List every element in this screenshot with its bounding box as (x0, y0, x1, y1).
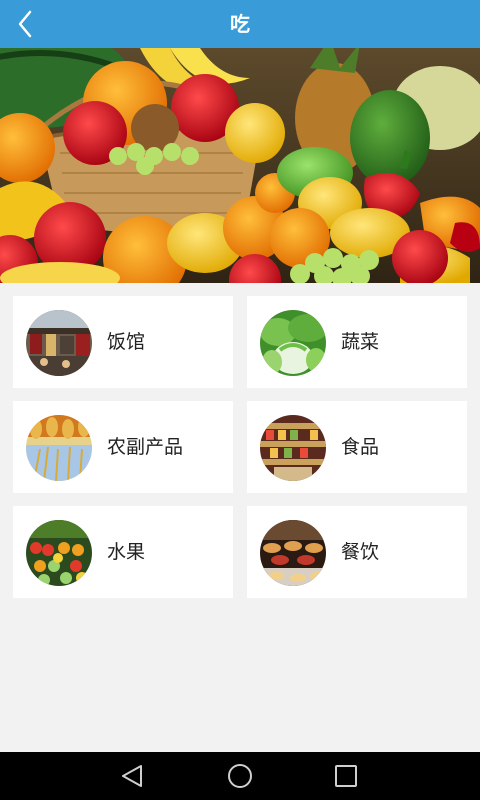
category-label: 水果 (107, 541, 146, 563)
category-card-dining[interactable]: 餐饮 (247, 506, 467, 598)
category-card-food[interactable]: 食品 (247, 401, 467, 493)
page-title: 吃 (230, 12, 250, 36)
nav-back-button[interactable] (113, 760, 153, 792)
banner-image (0, 48, 480, 283)
dining-buffet-photo (260, 520, 326, 586)
category-card-farm-produce[interactable]: 农副产品 (13, 401, 233, 493)
square-recents-icon (335, 765, 357, 787)
category-label: 饭馆 (107, 331, 146, 353)
farm-produce-photo (26, 415, 92, 481)
category-label: 蔬菜 (341, 331, 380, 353)
category-label: 食品 (341, 436, 380, 458)
top-app-bar: 吃 (0, 0, 480, 48)
restaurant-street-photo (26, 310, 92, 376)
nav-home-button[interactable] (220, 760, 260, 792)
category-card-fruit[interactable]: 水果 (13, 506, 233, 598)
triangle-back-icon (122, 765, 142, 787)
vegetables-photo (260, 310, 326, 376)
category-label: 餐饮 (341, 541, 380, 563)
fruit-stall-photo (26, 520, 92, 586)
nav-recents-button[interactable] (326, 760, 366, 792)
system-navigation-bar (0, 752, 480, 800)
category-card-vegetables[interactable]: 蔬菜 (247, 296, 467, 388)
category-label: 农副产品 (107, 436, 184, 458)
food-store-photo (260, 415, 326, 481)
category-card-restaurant[interactable]: 饭馆 (13, 296, 233, 388)
circle-home-icon (228, 764, 252, 788)
